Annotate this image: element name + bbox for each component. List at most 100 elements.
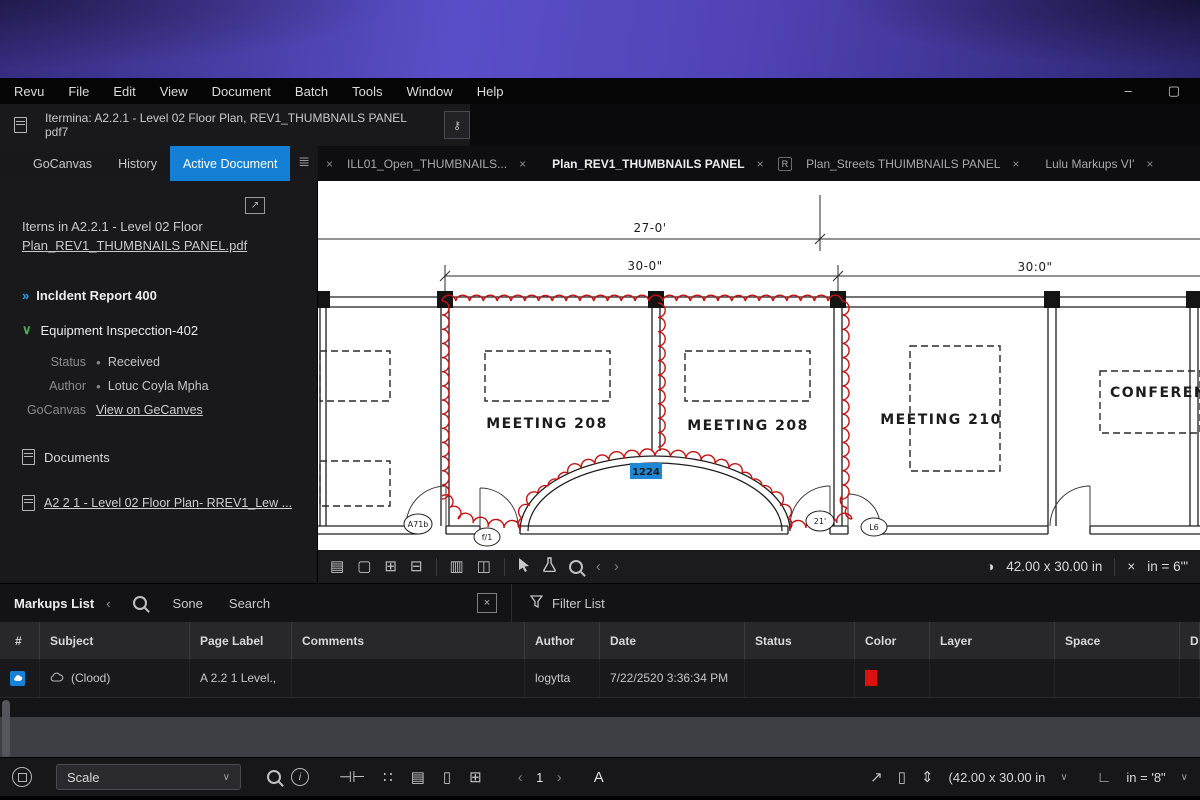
page-lines-icon[interactable]: ▤ (411, 770, 425, 785)
zoom-search-icon[interactable] (267, 770, 281, 784)
column-header-author[interactable]: Author (525, 622, 600, 659)
page-label-cell[interactable]: A 2.2 1 Level., (190, 659, 292, 697)
export-icon[interactable]: ↗ (245, 197, 265, 214)
lab-tool-icon[interactable] (543, 557, 556, 576)
menu-document[interactable]: Document (200, 84, 283, 99)
layers-circle-icon[interactable] (12, 767, 32, 787)
menu-file[interactable]: File (56, 84, 101, 99)
menu-batch[interactable]: Batch (283, 84, 340, 99)
scale-dropdown[interactable]: Scale ∨ (56, 764, 241, 790)
page-size-status[interactable]: (42.00 x 30.00 in (949, 770, 1046, 785)
doc-tab-3[interactable]: Plan_Streets THUIMBNAILS PANEL × (794, 157, 1031, 171)
flag-panel-icon[interactable]: ▥ (450, 559, 464, 574)
comments-cell[interactable] (292, 659, 525, 697)
page-outline-icon[interactable]: ▯ (898, 770, 906, 785)
column-header-comments[interactable]: Comments (292, 622, 525, 659)
monitor-panel-icon[interactable]: ◫ (477, 559, 491, 574)
column-header-page-label[interactable]: Page Label (190, 622, 292, 659)
status-cell[interactable] (745, 659, 855, 697)
panel-menu-icon[interactable]: ≣ (298, 153, 310, 170)
color-cell[interactable] (855, 659, 930, 697)
tab-history[interactable]: History (105, 146, 170, 181)
horizontal-scroll-strip[interactable] (0, 717, 1200, 757)
search-icon[interactable] (132, 596, 147, 610)
filter-list-header: Filter List (512, 595, 605, 611)
menu-revu[interactable]: Revu (12, 84, 56, 99)
doc-tab-1[interactable]: ILL01_Open_THUMBNAILS... × (335, 157, 538, 171)
tab-gocanvas[interactable]: GoCanvas (20, 146, 105, 181)
column-header-clipped[interactable]: D (1180, 622, 1200, 659)
column-header-subject[interactable]: Subject (40, 622, 190, 659)
selected-markup-icon[interactable] (10, 670, 25, 686)
menu-edit[interactable]: Edit (101, 84, 147, 99)
equipment-inspection-item[interactable]: ∨ Equipment Inspecction-402 (22, 322, 307, 338)
floor-plan-canvas[interactable]: 27-0' 30-0" 30:0" MEETING 208 MEETING 20… (318, 181, 1200, 550)
single-page-icon[interactable]: ▢ (357, 559, 371, 574)
subject-value: (Clood) (71, 671, 111, 685)
annotation-letter[interactable]: A (594, 769, 604, 786)
close-icon[interactable]: × (1012, 157, 1019, 171)
panel-document-title-line2[interactable]: Plan_REV1_THUMBNAILS PANEL.pdf (22, 238, 247, 253)
filter-funnel-icon[interactable] (529, 595, 544, 611)
document-link[interactable]: A2 2 1 - Level 02 Floor Plan- RREV1_Lew … (44, 496, 292, 510)
measure-icon[interactable]: ⊣⊢ (339, 770, 365, 785)
revision-badge[interactable]: R (777, 156, 793, 171)
contrast-icon[interactable]: ◑ (986, 559, 994, 574)
close-icon[interactable]: × (519, 157, 526, 171)
grid-dots-icon[interactable]: ∷ (383, 770, 393, 785)
grid-view-icon[interactable]: ⊞ (384, 559, 397, 574)
collapse-panel-icon[interactable]: ‹ (106, 596, 110, 611)
previous-view-icon[interactable]: ‹ (596, 558, 601, 575)
minimize-button[interactable]: – (1124, 83, 1131, 99)
space-cell[interactable] (1055, 659, 1180, 697)
layer-cell[interactable] (930, 659, 1055, 697)
close-panel-button[interactable]: × (477, 593, 497, 613)
column-header-color[interactable]: Color (855, 622, 930, 659)
menu-view[interactable]: View (148, 84, 200, 99)
color-swatch[interactable] (865, 670, 877, 686)
tab-active-document[interactable]: Active Document (169, 146, 291, 181)
menu-window[interactable]: Window (395, 84, 465, 99)
markup-row[interactable]: (Clood) A 2.2 1 Level., logytta 7/22/252… (0, 659, 1200, 698)
page-plain-icon[interactable]: ▯ (443, 770, 451, 785)
zoom-tool-icon[interactable] (568, 559, 583, 574)
info-icon[interactable]: i (291, 768, 309, 786)
column-header-space[interactable]: Space (1055, 622, 1180, 659)
doc-tab-4[interactable]: Lulu Markups VI' × (1033, 157, 1165, 171)
page-number[interactable]: 1 (523, 770, 557, 785)
key-tool-button[interactable]: ⚷ (444, 111, 470, 139)
pan-arrow-icon[interactable]: ↗ (870, 770, 883, 785)
column-header-number[interactable]: # (0, 622, 40, 659)
view-on-gocanvas-link[interactable]: View on GeCanves (96, 403, 203, 417)
cursor-tool-icon[interactable] (518, 557, 530, 576)
updown-icon[interactable]: ⇕ (921, 770, 934, 785)
search-button[interactable]: Search (229, 596, 270, 611)
status-dot-icon: ● (96, 357, 101, 367)
next-page-icon[interactable]: › (557, 769, 562, 786)
menu-tools[interactable]: Tools (340, 84, 394, 99)
scale-status[interactable]: in = '8" (1126, 770, 1165, 785)
split-view-icon[interactable]: ⊟ (410, 559, 423, 574)
thumbnails-view-icon[interactable]: ▤ (330, 559, 344, 574)
author-cell[interactable]: logytta (525, 659, 600, 697)
grid-plus-icon[interactable]: ⊞ (469, 770, 482, 785)
sone-button[interactable]: Sone (173, 596, 203, 611)
close-icon[interactable]: × (757, 157, 764, 171)
subject-cell[interactable]: (Clood) (40, 659, 190, 697)
column-header-layer[interactable]: Layer (930, 622, 1055, 659)
vertical-scrollbar[interactable] (2, 700, 10, 758)
next-view-icon[interactable]: › (614, 558, 619, 575)
close-icon[interactable]: × (326, 157, 333, 171)
scale-readout[interactable]: in = 6'" (1147, 559, 1188, 574)
maximize-button[interactable]: ▢ (1168, 83, 1180, 99)
doc-tab-2[interactable]: Plan_REV1_THUMBNAILS PANEL × (540, 157, 776, 171)
row-select-cell[interactable] (0, 659, 40, 697)
cloud-markup[interactable] (441, 294, 853, 530)
menu-help[interactable]: Help (465, 84, 516, 99)
close-icon[interactable]: × (1146, 157, 1153, 171)
incident-report-item[interactable]: » Incldent Report 400 (22, 288, 307, 303)
filter-list-label[interactable]: Filter List (552, 596, 605, 611)
date-cell[interactable]: 7/22/2520 3:36:34 PM (600, 659, 745, 697)
column-header-status[interactable]: Status (745, 622, 855, 659)
column-header-date[interactable]: Date (600, 622, 745, 659)
